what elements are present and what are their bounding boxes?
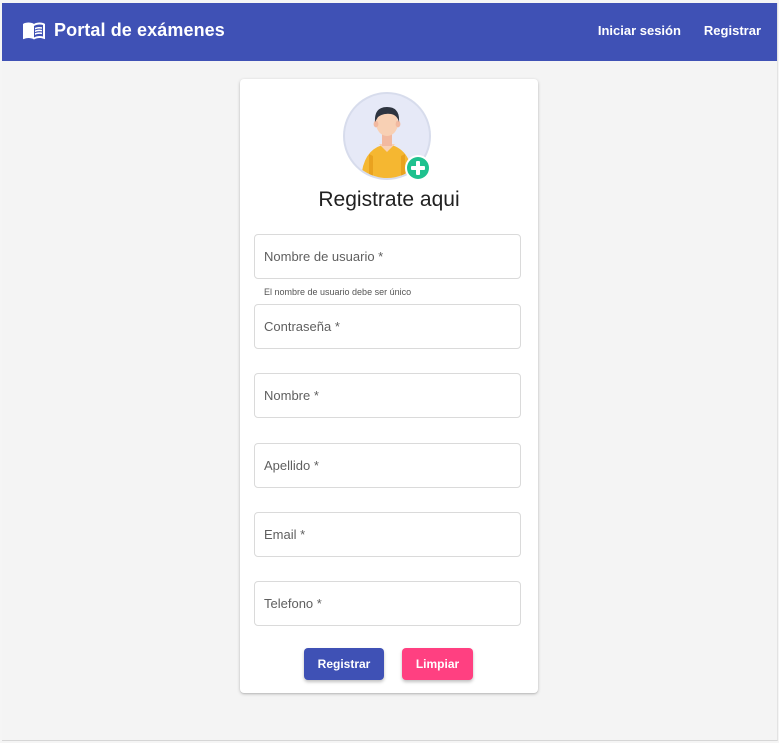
form-title: Registrate aqui xyxy=(318,188,460,211)
first-name-field[interactable]: Nombre * xyxy=(254,373,521,418)
clear-button[interactable]: Limpiar xyxy=(402,648,473,680)
phone-label: Telefono * xyxy=(264,596,322,611)
register-button[interactable]: Registrar xyxy=(304,648,384,680)
email-label: Email * xyxy=(264,527,306,542)
phone-field[interactable]: Telefono * xyxy=(254,581,521,626)
password-label: Contraseña * xyxy=(264,319,340,334)
top-toolbar: Portal de exámenes Iniciar sesión Regist… xyxy=(2,3,777,61)
register-link[interactable]: Registrar xyxy=(704,23,761,38)
user-add-avatar-icon xyxy=(343,92,435,184)
menu-book-icon xyxy=(22,18,46,42)
first-name-label: Nombre * xyxy=(264,388,319,403)
app-title: Portal de exámenes xyxy=(54,19,225,40)
username-label: Nombre de usuario * xyxy=(264,249,384,264)
username-field[interactable]: Nombre de usuario * xyxy=(254,234,521,279)
username-hint: El nombre de usuario debe ser único xyxy=(264,287,412,297)
app-window: Portal de exámenes Iniciar sesión Regist… xyxy=(2,3,778,741)
top-nav: Iniciar sesión Registrar xyxy=(598,23,761,38)
password-field[interactable]: Contraseña * xyxy=(254,304,521,349)
login-link[interactable]: Iniciar sesión xyxy=(598,23,681,38)
email-field[interactable]: Email * xyxy=(254,512,521,557)
last-name-field[interactable]: Apellido * xyxy=(254,443,521,488)
signup-card: Registrate aqui Nombre de usuario * El n… xyxy=(240,79,538,693)
brand-link[interactable]: Portal de exámenes xyxy=(22,18,225,42)
last-name-label: Apellido * xyxy=(264,458,319,473)
